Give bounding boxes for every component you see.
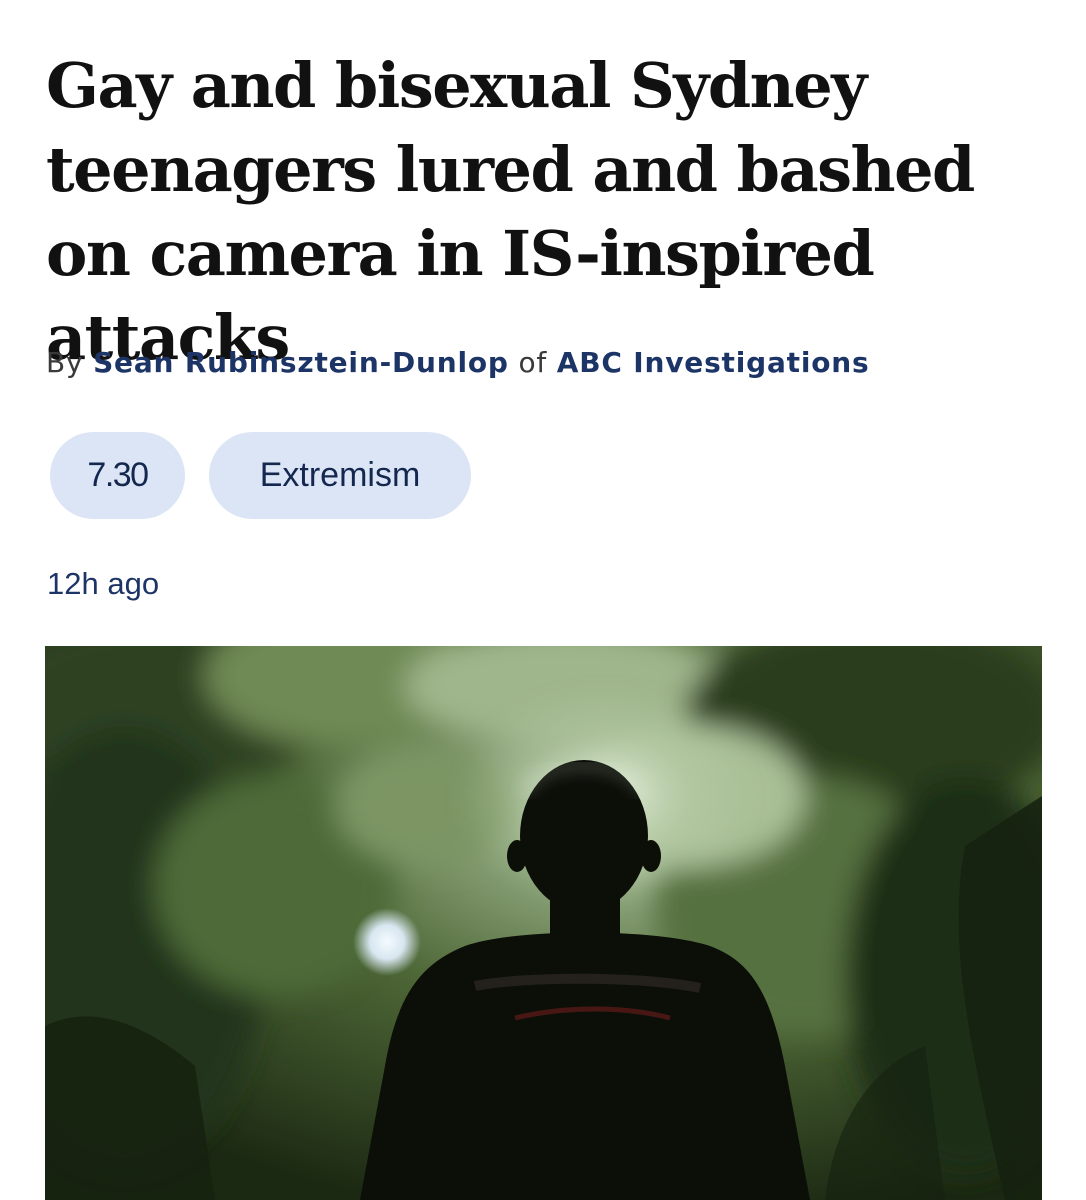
hero-image xyxy=(45,646,1042,1200)
tag-extremism[interactable]: Extremism xyxy=(209,432,471,519)
topic-tags: 7.30 Extremism xyxy=(50,432,471,519)
byline: By Sean Rubinsztein-Dunlop of ABC Invest… xyxy=(46,343,870,383)
publish-timestamp: 12h ago xyxy=(47,566,160,601)
byline-joiner: of xyxy=(518,346,548,379)
byline-prefix: By xyxy=(46,346,84,379)
organization-link[interactable]: ABC Investigations xyxy=(557,346,870,379)
tag-7-30[interactable]: 7.30 xyxy=(50,432,185,519)
article-headline: Gay and bisexual Sydney teenagers lured … xyxy=(46,49,975,374)
author-link[interactable]: Sean Rubinsztein-Dunlop xyxy=(93,346,509,379)
hero-image-illustration xyxy=(45,646,1042,1200)
article: Gay and bisexual Sydney teenagers lured … xyxy=(0,0,1086,1200)
